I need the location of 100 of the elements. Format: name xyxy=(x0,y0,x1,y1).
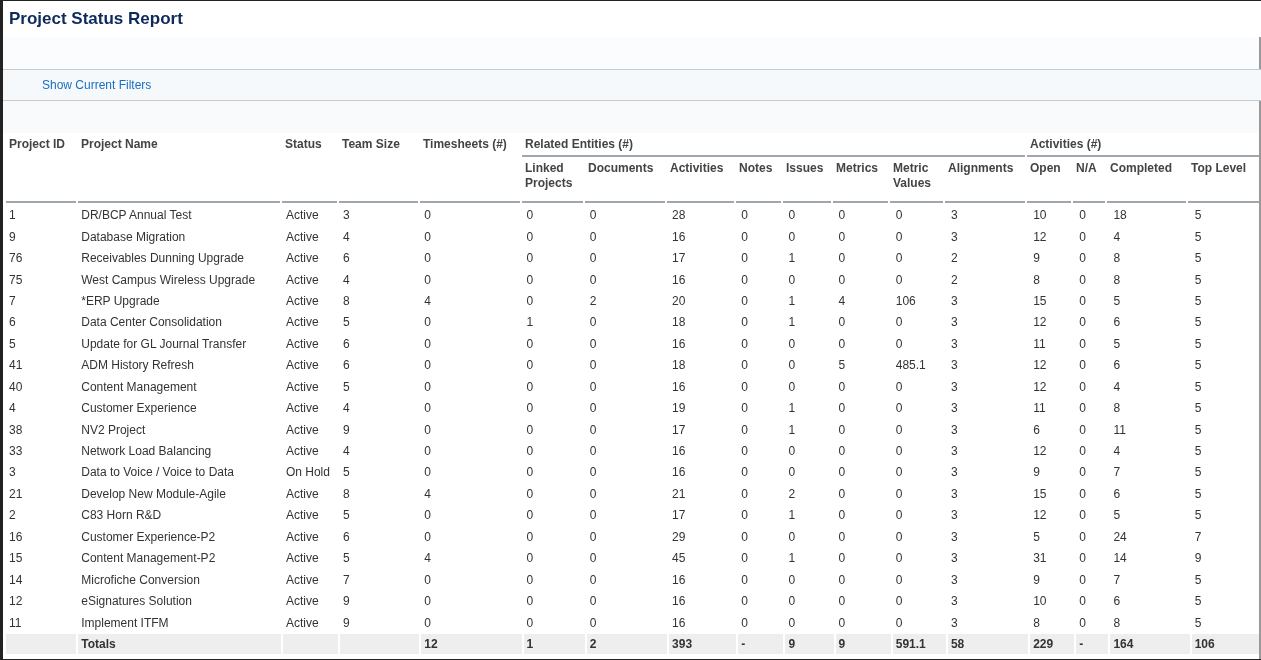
table-cell-text: 19 xyxy=(671,400,687,418)
table-cell-text: Active xyxy=(284,271,320,289)
table-cell-text: 0 xyxy=(1078,571,1087,589)
table-cell-text: 8 xyxy=(1032,271,1041,289)
table-cell-text: 0 xyxy=(894,400,904,418)
table-cell-text: 5 xyxy=(8,335,17,353)
table-cell-text: 1 xyxy=(787,400,797,418)
table-cell-text: 0 xyxy=(588,571,598,589)
table-cell-text: 0 xyxy=(423,378,432,396)
table-cell-text: 1 xyxy=(787,314,797,332)
table-cell-text: Data to Voice / Voice to Data xyxy=(80,464,235,482)
table-cell-text: 3 xyxy=(949,485,959,503)
table-cell-text: 0 xyxy=(837,314,847,332)
table-cell-text: Customer Experience-P2 xyxy=(80,528,217,546)
table-cell-text: 0 xyxy=(1078,400,1087,418)
table-cell-text: 0 xyxy=(588,421,598,439)
table-cell-text: Active xyxy=(284,443,320,461)
table-cell-text: 4 xyxy=(1112,378,1122,396)
table-cell-text: 0 xyxy=(588,443,598,461)
table-cell-text: 5 xyxy=(1112,507,1122,525)
column-group-header: Activities (#) xyxy=(1027,133,1259,157)
table-cell-text: 0 xyxy=(740,400,749,418)
table-cell-text: 2 xyxy=(8,507,17,525)
table-cell-text: 5 xyxy=(342,550,351,568)
table-cell-text: Receivables Dunning Upgrade xyxy=(80,250,245,268)
table-cell-text: 29 xyxy=(671,528,687,546)
table-cell-text: West Campus Wireless Upgrade xyxy=(80,271,257,289)
column-header: Team Size xyxy=(339,133,418,203)
table-cell-text: 4 xyxy=(342,400,351,418)
table-cell-text: 1 xyxy=(787,250,797,268)
table-cell-text: 9 xyxy=(1032,464,1041,482)
table-cell-text: 6 xyxy=(8,314,17,332)
table-cell-text: 6 xyxy=(1112,357,1122,375)
table-cell-text: 0 xyxy=(588,507,598,525)
report-title: Project Status Report xyxy=(9,9,183,29)
table-cell-text: 31 xyxy=(1032,550,1048,568)
table-cell-text: On Hold xyxy=(284,464,331,482)
table-cell-text: Network Load Balancing xyxy=(80,443,213,461)
table-cell-text: Active xyxy=(284,421,320,439)
table-cell-text: 8 xyxy=(1112,614,1122,632)
table-cell-text: 0 xyxy=(740,207,749,225)
table-cell-text: 0 xyxy=(740,378,749,396)
table-cell-text: 0 xyxy=(588,464,598,482)
table-cell-text: 0 xyxy=(588,485,598,503)
table-cell-text: 0 xyxy=(837,464,847,482)
table-cell-text: 0 xyxy=(1078,292,1087,310)
table-cell-text: 0 xyxy=(740,507,749,525)
table-cell-text: 5 xyxy=(342,314,351,332)
table-cell-text: 5 xyxy=(342,378,351,396)
table-cell-text: 0 xyxy=(740,485,749,503)
table-cell-text: 0 xyxy=(588,614,598,632)
table-cell-text: 0 xyxy=(423,400,432,418)
table-cell-text: 5 xyxy=(1193,507,1203,525)
table-cell-text: 5 xyxy=(1193,378,1203,396)
table-cell-text: 8 xyxy=(1112,250,1122,268)
table-cell-text: 4 xyxy=(837,292,847,310)
table-cell-text: 0 xyxy=(740,292,749,310)
table-cell-text: 0 xyxy=(894,550,904,568)
table-cell-text: 0 xyxy=(787,271,797,289)
table-cell-text: Database Migration xyxy=(80,228,187,246)
table-cell-text: 11 xyxy=(1032,335,1047,353)
table-cell-text: 0 xyxy=(423,614,432,632)
table-cell-text: 0 xyxy=(787,378,797,396)
table-cell-text: 0 xyxy=(787,593,797,611)
table-cell-text: 2 xyxy=(949,271,959,289)
table-cell-text: 0 xyxy=(894,207,904,225)
table-cell-text: 0 xyxy=(740,314,749,332)
table-cell-text: 0 xyxy=(740,228,749,246)
table-cell-text: Active xyxy=(284,250,320,268)
table-cell-text: 6 xyxy=(1112,314,1122,332)
table-cell-text: 9 xyxy=(1193,550,1203,568)
table-cell-text: 0 xyxy=(837,550,847,568)
table-cell-text: 3 xyxy=(949,314,959,332)
table-cell-text: 4 xyxy=(423,292,432,310)
table-cell-text: 0 xyxy=(588,378,598,396)
column-header: Open xyxy=(1027,157,1071,203)
table-cell-text: 0 xyxy=(740,443,749,461)
table-cell-text: 3 xyxy=(949,400,959,418)
table-cell-text: 6 xyxy=(342,335,351,353)
table-cell-text: 0 xyxy=(837,443,847,461)
table-cell-text: 0 xyxy=(894,593,904,611)
table-cell-text: 0 xyxy=(1078,357,1087,375)
table-cell-text: 3 xyxy=(949,207,959,225)
table-cell-text: *ERP Upgrade xyxy=(80,292,161,310)
table-cell-text: 3 xyxy=(949,464,959,482)
totals-cell: 164 xyxy=(1110,633,1190,654)
table-cell-text: 0 xyxy=(894,528,904,546)
table-cell-text: 0 xyxy=(423,271,432,289)
show-filters-link[interactable]: Show Current Filters xyxy=(42,78,152,92)
table-cell-text: 0 xyxy=(740,593,749,611)
totals-cell: 229 xyxy=(1030,633,1075,654)
totals-label: Totals xyxy=(78,633,281,654)
table-cell-text: 0 xyxy=(423,593,432,611)
table-cell-text: 5 xyxy=(1032,528,1041,546)
table-cell-text: 1 xyxy=(787,421,797,439)
table-cell-text: 4 xyxy=(8,400,17,418)
table-cell-text: 75 xyxy=(8,271,24,289)
column-header: Metric Values xyxy=(890,157,943,203)
table-cell-text: 3 xyxy=(949,593,959,611)
table-cell-text: 0 xyxy=(588,314,598,332)
